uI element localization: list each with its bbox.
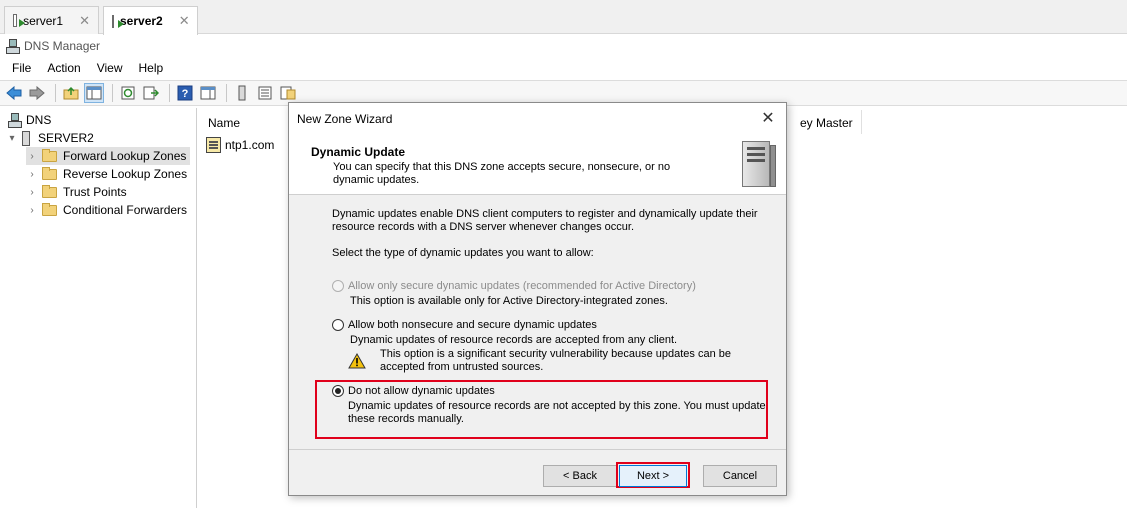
- menu-action[interactable]: Action: [39, 61, 88, 75]
- server-tower-icon: [736, 139, 778, 191]
- column-divider[interactable]: [861, 110, 862, 134]
- folder-icon: [42, 184, 57, 198]
- tree-label: Reverse Lookup Zones: [63, 167, 188, 181]
- wizard-page-title: Dynamic Update: [311, 145, 406, 159]
- selection-prompt: Select the type of dynamic updates you w…: [332, 247, 594, 259]
- tab-server1[interactable]: server1 ✕: [4, 6, 99, 34]
- properties-icon[interactable]: [278, 83, 298, 103]
- server-icon: [22, 130, 30, 146]
- tree-item-server2[interactable]: ▾ SERVER2: [6, 129, 94, 147]
- chevron-right-icon[interactable]: ›: [26, 205, 38, 216]
- toolbar-separator: [55, 84, 56, 102]
- radio-nonsecure-and-secure[interactable]: [332, 319, 344, 331]
- folder-icon: [42, 166, 57, 180]
- menu-view[interactable]: View: [89, 61, 131, 75]
- vm-icon: [112, 14, 124, 28]
- zone-icon: [206, 137, 221, 153]
- show-hide-console-tree-icon[interactable]: [84, 83, 104, 103]
- option-description: This option is available only for Active…: [350, 295, 668, 307]
- option-label: Do not allow dynamic updates: [348, 385, 495, 397]
- tree-item-forward-lookup-zones[interactable]: › Forward Lookup Zones: [26, 147, 191, 165]
- back-button[interactable]: < Back: [543, 465, 617, 487]
- action-pane-icon[interactable]: [198, 83, 218, 103]
- next-button[interactable]: Next >: [619, 465, 687, 487]
- option-label: Allow only secure dynamic updates (recom…: [348, 280, 696, 292]
- wizard-body: Dynamic updates enable DNS client comput…: [289, 196, 786, 448]
- list-item[interactable]: ntp1.com: [206, 136, 274, 154]
- radio-no-dynamic-updates[interactable]: [332, 385, 344, 397]
- tree-label: Conditional Forwarders: [63, 203, 188, 217]
- export-list-icon[interactable]: [141, 83, 161, 103]
- chevron-right-icon[interactable]: ›: [26, 169, 38, 180]
- wizard-page-description: You can specify that this DNS zone accep…: [333, 161, 671, 186]
- chevron-down-icon[interactable]: ▾: [6, 133, 18, 144]
- tab-label: server2: [120, 14, 163, 28]
- toolbar-separator: [169, 84, 170, 102]
- forward-arrow-icon[interactable]: [27, 83, 47, 103]
- dialog-titlebar: New Zone Wizard ✕: [289, 103, 786, 135]
- list-icon[interactable]: [255, 83, 275, 103]
- wizard-footer: < Back Next > Cancel: [289, 449, 786, 495]
- tree-label: DNS: [26, 113, 52, 127]
- folder-icon: [42, 148, 57, 162]
- folder-icon: [42, 202, 57, 216]
- menu-help[interactable]: Help: [131, 61, 172, 75]
- dns-icon: [8, 113, 22, 128]
- back-arrow-icon[interactable]: [4, 83, 24, 103]
- tree-item-reverse-lookup-zones[interactable]: › Reverse Lookup Zones: [26, 165, 187, 183]
- dns-manager-icon: [6, 39, 20, 54]
- up-folder-icon[interactable]: [61, 83, 81, 103]
- menu-file[interactable]: File: [4, 61, 39, 75]
- zone-name: ntp1.com: [225, 138, 275, 152]
- window-title: DNS Manager: [24, 39, 101, 53]
- help-icon[interactable]: ?: [175, 83, 195, 103]
- server-icon[interactable]: [232, 83, 252, 103]
- new-zone-wizard-dialog: New Zone Wizard ✕ Dynamic Update You can…: [288, 102, 787, 496]
- cancel-button[interactable]: Cancel: [703, 465, 777, 487]
- vm-tab-strip: server1 ✕ server2 ✕: [0, 0, 1127, 35]
- option-description: Dynamic updates of resource records are …: [348, 400, 766, 425]
- dialog-title: New Zone Wizard: [297, 112, 393, 126]
- console-tree: DNS ▾ SERVER2 › Forward Lookup Zones › R…: [0, 108, 197, 508]
- chevron-right-icon[interactable]: ›: [26, 151, 38, 162]
- vm-icon: [13, 14, 26, 27]
- svg-text:?: ?: [182, 88, 189, 100]
- tab-server2[interactable]: server2 ✕: [103, 6, 198, 35]
- tab-label: server1: [23, 13, 64, 28]
- menu-bar: File Action View Help: [0, 58, 1127, 78]
- close-icon[interactable]: ✕: [79, 13, 90, 29]
- tree-item-dns[interactable]: DNS: [8, 111, 51, 129]
- chevron-right-icon[interactable]: ›: [26, 187, 38, 198]
- tree-item-conditional-forwarders[interactable]: › Conditional Forwarders: [26, 201, 187, 219]
- window-titlebar: DNS Manager: [0, 35, 1127, 57]
- column-header-name[interactable]: Name: [208, 116, 240, 130]
- warning-icon: [348, 353, 366, 369]
- close-icon[interactable]: ✕: [179, 13, 190, 29]
- toolbar-separator: [112, 84, 113, 102]
- warning-text: This option is a significant security vu…: [380, 348, 731, 373]
- tree-label: SERVER2: [38, 131, 94, 145]
- refresh-icon[interactable]: [118, 83, 138, 103]
- radio-secure-only[interactable]: [332, 280, 344, 292]
- option-label: Allow both nonsecure and secure dynamic …: [348, 319, 597, 331]
- tree-item-trust-points[interactable]: › Trust Points: [26, 183, 127, 201]
- intro-text: Dynamic updates enable DNS client comput…: [332, 208, 758, 233]
- tree-label: Forward Lookup Zones: [63, 149, 187, 163]
- tree-label: Trust Points: [63, 185, 127, 199]
- wizard-header: Dynamic Update You can specify that this…: [289, 135, 786, 195]
- toolbar-separator: [226, 84, 227, 102]
- close-icon[interactable]: ✕: [758, 109, 778, 129]
- column-header-key-master[interactable]: ey Master: [800, 116, 853, 130]
- option-description: Dynamic updates of resource records are …: [350, 334, 678, 346]
